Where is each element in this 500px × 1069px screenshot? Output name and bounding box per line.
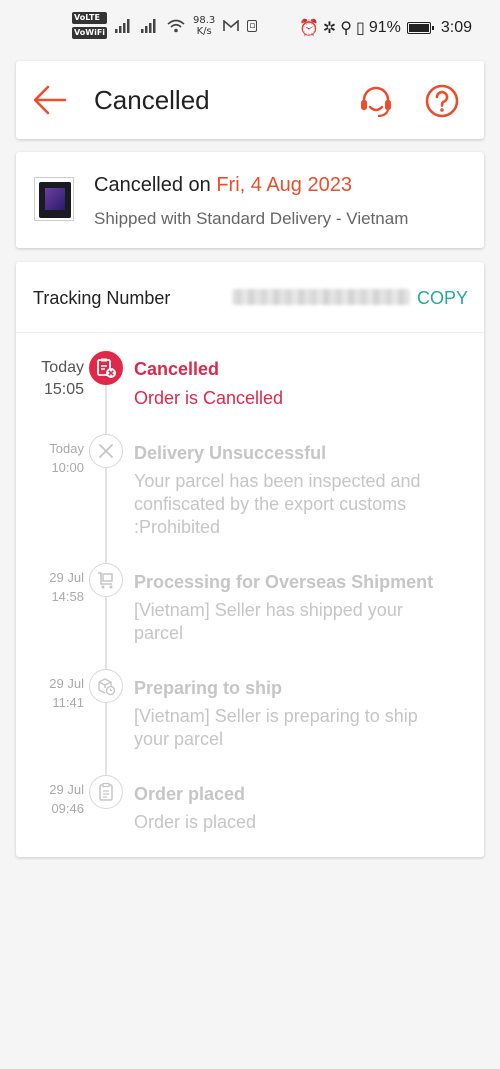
cancellation-status: Cancelled on Fri, 4 Aug 2023 <box>94 174 352 197</box>
tracking-number-value <box>232 289 410 305</box>
event-timestamp: 29 Jul 11:41 <box>24 674 84 712</box>
event-timestamp: Today 10:00 <box>24 439 84 477</box>
event-day: 29 Jul <box>49 676 84 691</box>
vowifi-badge: VoWiFi <box>72 27 108 39</box>
event-description: Order is placed <box>134 812 257 832</box>
event-timestamp: 29 Jul 09:46 <box>24 780 84 818</box>
event-description: [Vietnam] Seller has shipped your parcel <box>134 600 403 643</box>
tracking-number-label: Tracking Number <box>33 288 171 308</box>
battery-icon <box>406 22 434 34</box>
bluetooth-icon: ✲ <box>322 20 337 37</box>
app-notification-icon: ▫ <box>247 19 258 32</box>
product-image-screen <box>45 188 65 210</box>
event-timestamp: 29 Jul 14:58 <box>24 568 84 606</box>
headset-icon <box>361 86 391 118</box>
receipt-glyph <box>99 782 113 801</box>
event-description: Your parcel has been inspected and confi… <box>134 471 421 537</box>
event-title: Cancelled <box>134 359 220 379</box>
x-glyph <box>99 444 113 458</box>
cancellation-prefix: Cancelled on <box>94 174 217 196</box>
box-clock-glyph <box>98 678 116 696</box>
event-time: 09:46 <box>51 801 84 816</box>
event-day: Today <box>49 441 84 456</box>
tracking-card: Tracking Number COPY Today 15:05 Cancell… <box>16 262 484 857</box>
event-day: Today <box>41 359 84 376</box>
cancelled-clipboard-icon <box>89 351 123 385</box>
vibrate-icon: ▯ <box>356 20 365 37</box>
cancellation-date: Fri, 4 Aug 2023 <box>216 174 352 196</box>
copy-button[interactable]: COPY <box>417 288 468 309</box>
back-button[interactable] <box>32 83 68 117</box>
status-bar-right: ⏰ ✲ ⚲ ▯ 91% 3:09 <box>299 18 472 38</box>
event-description: Order is Cancelled <box>134 388 284 408</box>
event-title: Order placed <box>134 784 246 804</box>
signal-icon <box>141 18 156 33</box>
wifi-icon <box>167 19 185 32</box>
gmail-icon <box>223 19 240 31</box>
network-speed-unit: K/s <box>196 25 212 37</box>
receipt-icon <box>89 775 123 809</box>
event-day: 29 Jul <box>49 570 84 585</box>
network-speed-value: 98.3 <box>193 14 216 26</box>
question-circle-icon <box>425 84 459 118</box>
product-thumbnail <box>34 177 74 221</box>
clock: 3:09 <box>440 19 472 36</box>
help-button[interactable] <box>424 83 460 119</box>
event-time: 14:58 <box>51 589 84 604</box>
box-clock-icon <box>89 669 123 703</box>
header-bar: Cancelled <box>16 61 484 139</box>
event-title: Processing for Overseas Shipment <box>134 572 434 592</box>
customer-support-button[interactable] <box>358 83 394 119</box>
event-time: 10:00 <box>51 460 84 475</box>
order-summary-card[interactable]: Cancelled on Fri, 4 Aug 2023 Shipped wit… <box>16 152 484 248</box>
event-timestamp: Today 15:05 <box>24 357 84 401</box>
network-speed: 98.3 K/s <box>193 15 215 37</box>
cart-icon <box>89 563 123 597</box>
event-day: 29 Jul <box>49 782 84 797</box>
back-arrow-icon <box>33 85 67 115</box>
event-time: 15:05 <box>43 381 84 398</box>
status-bar: VoLTE VoWiFi 98.3 K/s ▫ ⏰ ✲ ⚲ ▯ 91% 3:09 <box>0 0 500 58</box>
event-description: [Vietnam] Seller is preparing to ship yo… <box>134 706 418 749</box>
event-title: Preparing to ship <box>134 678 283 698</box>
clipboard-x-glyph <box>97 358 116 378</box>
volte-badge: VoLTE <box>72 12 108 24</box>
signal-icon <box>115 18 130 33</box>
event-time: 11:41 <box>52 695 84 710</box>
status-bar-left: VoLTE VoWiFi 98.3 K/s ▫ <box>72 12 258 39</box>
x-circle-icon <box>89 434 123 468</box>
shipping-method: Shipped with Standard Delivery - Vietnam <box>94 209 409 228</box>
alarm-icon: ⏰ <box>298 20 319 37</box>
tracking-number-row: Tracking Number COPY <box>16 262 484 333</box>
battery-level <box>408 24 429 32</box>
cart-glyph <box>98 572 113 589</box>
event-title: Delivery Unsuccessful <box>134 443 327 463</box>
battery-percent: 91% <box>368 19 401 36</box>
location-icon: ⚲ <box>340 20 353 37</box>
network-badges: VoLTE VoWiFi <box>72 12 108 39</box>
page-title: Cancelled <box>94 85 210 115</box>
